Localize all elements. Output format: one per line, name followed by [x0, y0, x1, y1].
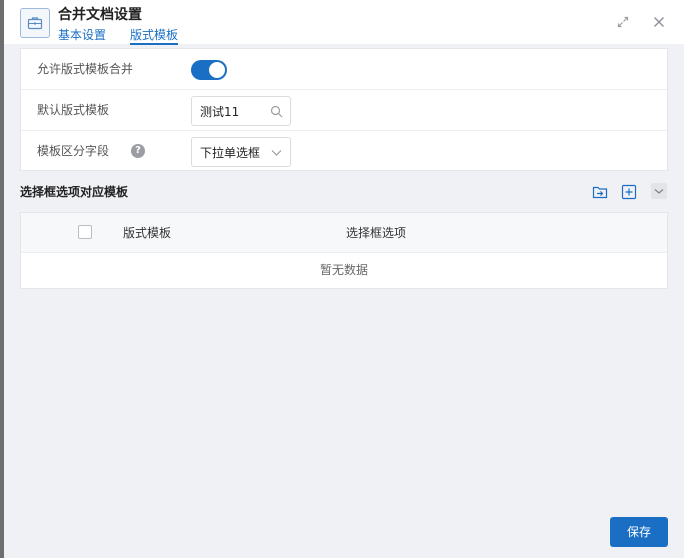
distinguish-field-select[interactable]: 下拉单选框: [191, 137, 291, 167]
column-header-layout-template: 版式模板: [123, 226, 172, 240]
table-header: 版式模板 选择框选项: [21, 213, 667, 253]
close-icon[interactable]: [651, 14, 667, 30]
briefcase-icon: [20, 8, 50, 38]
expand-icon[interactable]: [615, 14, 631, 30]
setting-label: 默认版式模板: [37, 103, 110, 117]
settings-card: 允许版式模板合并 默认版式模板 测试11 模板区分字段 ? 下拉单选框: [20, 48, 668, 171]
save-button[interactable]: 保存: [610, 517, 668, 547]
setting-label: 允许版式模板合并: [37, 62, 134, 76]
empty-state-text: 暂无数据: [319, 263, 368, 277]
add-square-icon[interactable]: [621, 184, 637, 200]
field-value: 下拉单选框: [200, 146, 261, 160]
setting-row-allow-merge: 允许版式模板合并: [21, 49, 667, 90]
dialog-header: 合并文档设置 基本设置 版式模板: [4, 0, 684, 45]
chevron-down-icon[interactable]: [651, 183, 667, 199]
merge-doc-settings-dialog: 合并文档设置 基本设置 版式模板 允许版式模板合并 默认版式模板 测试11 模板…: [4, 0, 684, 558]
setting-label: 模板区分字段: [37, 144, 110, 158]
allow-merge-toggle[interactable]: [191, 60, 227, 80]
import-folder-icon[interactable]: [592, 184, 608, 200]
setting-row-distinguish-field: 模板区分字段 ? 下拉单选框: [21, 131, 667, 172]
setting-row-default-template: 默认版式模板 测试11: [21, 90, 667, 131]
default-template-search[interactable]: 测试11: [191, 96, 291, 126]
column-header-select-option: 选择框选项: [346, 226, 407, 240]
search-icon[interactable]: [270, 105, 283, 121]
select-all-checkbox[interactable]: [78, 225, 92, 239]
field-value: 测试11: [200, 105, 240, 119]
template-option-table: 版式模板 选择框选项 暂无数据: [20, 212, 668, 289]
chevron-down-icon: [270, 146, 283, 162]
tab-layout-template[interactable]: 版式模板: [130, 27, 179, 45]
dialog-title: 合并文档设置: [58, 7, 142, 23]
section-title: 选择框选项对应模板: [20, 185, 129, 199]
help-icon[interactable]: ?: [131, 144, 145, 158]
toggle-knob: [209, 62, 225, 78]
tab-basic-settings[interactable]: 基本设置: [58, 27, 106, 43]
